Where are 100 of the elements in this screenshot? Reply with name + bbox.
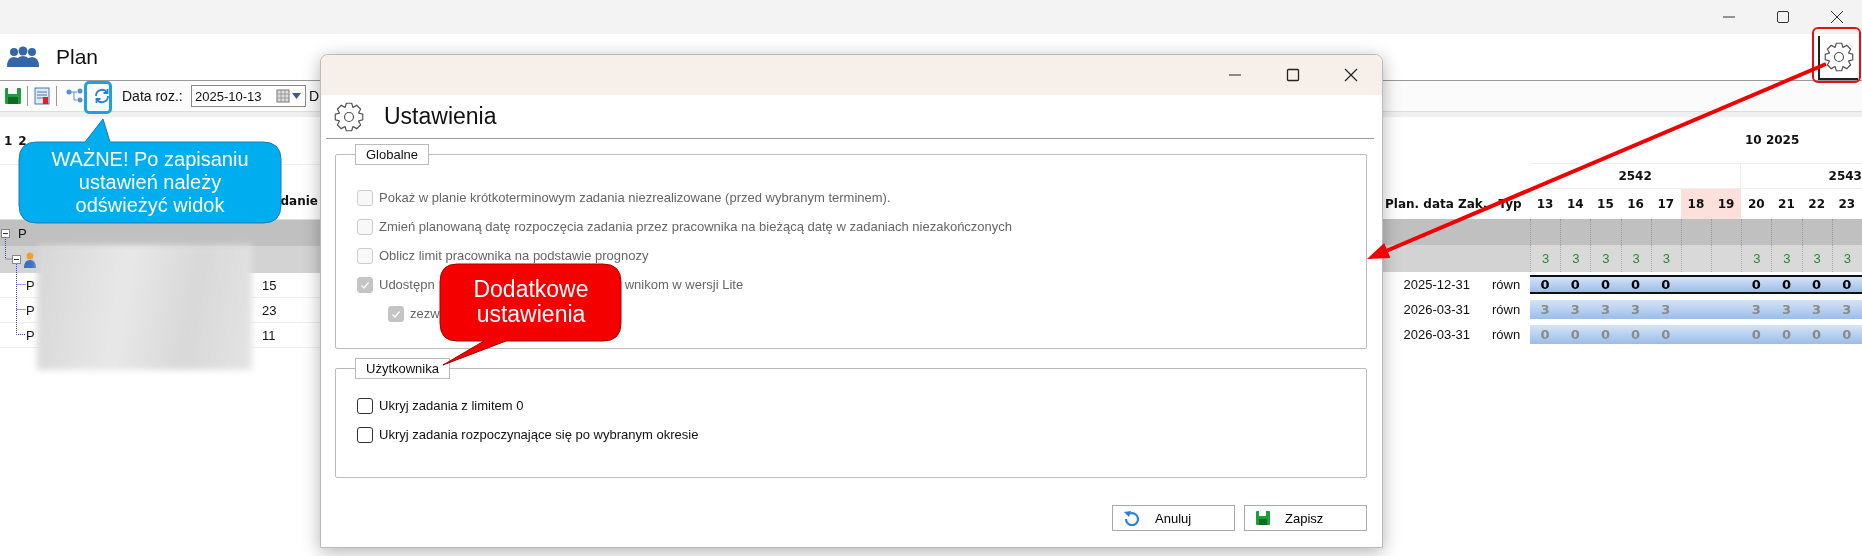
limit-cell: 3 [1590, 245, 1621, 272]
plan-cell: 0 [1801, 325, 1832, 344]
plan-cell: 0 [1590, 275, 1621, 294]
row-label: P [26, 302, 35, 318]
maximize-icon[interactable] [1776, 10, 1790, 24]
plan-cell: 0 [1771, 325, 1802, 344]
plan-cell: 0 [1650, 275, 1681, 294]
column-header: Plan. data Zak. [1384, 197, 1489, 211]
refresh-icon[interactable] [92, 86, 112, 106]
plan-cell: 3 [1560, 300, 1591, 319]
level-button[interactable]: 2 [18, 133, 27, 148]
plan-cell: 0 [1560, 275, 1591, 294]
day-header: 13 [1535, 196, 1555, 213]
person-icon [24, 251, 36, 268]
plan-cell: 0 [1560, 325, 1591, 344]
date-cell-text: 2026-03-31 [1402, 326, 1471, 344]
column-header: danie [280, 194, 318, 208]
option-label: Ukryj zadania z limitem 0 [379, 398, 524, 413]
plan-cell: 0 [1650, 325, 1681, 344]
plan-cell: 0 [1530, 275, 1561, 294]
table-cell: 23 [262, 302, 277, 318]
limit-cell: 3 [1620, 245, 1651, 272]
checkbox[interactable] [357, 397, 373, 414]
plan-cell: 3 [1650, 300, 1681, 319]
table-cell: 11 [262, 327, 276, 343]
report-icon[interactable] [32, 86, 52, 106]
option-label: Oblicz limit pracownika na podstawie prognozy [379, 248, 649, 263]
highlight-frame [84, 81, 112, 114]
row-label: P [26, 277, 35, 293]
group-title: Użytkownika [355, 358, 450, 379]
plan-cell: 0 [1741, 325, 1772, 344]
plan-cell: 0 [1831, 325, 1862, 344]
group-title: Globalne [355, 144, 430, 165]
day-header: 23 [1837, 196, 1857, 213]
highlight-frame [1812, 27, 1861, 83]
plan-cell: 0 [1741, 275, 1772, 294]
expander-icon[interactable] [1, 228, 10, 238]
toolbar-label: D [309, 88, 320, 104]
plan-cell: 3 [1590, 300, 1621, 319]
day-header: 19 [1711, 189, 1742, 219]
level-button[interactable]: 1 [4, 133, 13, 148]
date-cell-text: 2026-03-31 [1402, 301, 1471, 319]
day-header: 21 [1777, 196, 1796, 213]
plan-cell: 0 [1801, 275, 1832, 294]
row-label: P [18, 225, 27, 241]
day-header: 20 [1746, 196, 1766, 213]
calendar-icon[interactable] [276, 89, 302, 103]
maximize-icon[interactable] [1286, 68, 1300, 82]
plan-cell: 3 [1741, 300, 1772, 319]
limit-cell: 3 [1831, 245, 1862, 272]
day-header: 17 [1656, 196, 1676, 213]
row-label: P [26, 327, 35, 343]
option-label: Ukryj zadania rozpoczynające się po wybranym okresie [379, 427, 699, 442]
cancel-button[interactable]: Anuluj [1112, 505, 1235, 531]
option-label: wnikom w wersji Lite [624, 277, 744, 292]
day-header: 15 [1596, 196, 1615, 213]
limit-cell: 3 [1801, 245, 1832, 272]
save-button[interactable]: Zapisz [1244, 505, 1367, 531]
limit-cell: 3 [1650, 245, 1681, 272]
save-icon[interactable] [3, 86, 23, 106]
limit-cell: 3 [1741, 245, 1772, 272]
table-cell-text: równ [1491, 326, 1522, 344]
limit-cell: 3 [1530, 245, 1561, 272]
week-header: 2542 [1618, 169, 1652, 183]
plan-cell: 0 [1771, 275, 1802, 294]
day-header: 14 [1565, 196, 1585, 213]
date-field[interactable]: 2025-10-13 [191, 85, 306, 107]
dialog-title: Ustawienia [384, 103, 497, 130]
people-icon [6, 46, 40, 68]
option-label: Zmień planowaną datę rozpoczęcia zadania przez pracownika na bieżącą datę w zadaniach niezakończonych [379, 219, 1013, 234]
option-label: Pokaż w planie krótkoterminowym zadania niezrealizowane (przed wybranym terminem). [379, 190, 891, 205]
plan-cell: 0 [1620, 325, 1651, 344]
plan-cell: 3 [1530, 300, 1561, 319]
expander-icon[interactable] [12, 255, 21, 264]
undo-icon [1123, 510, 1141, 526]
limit-cell [1680, 245, 1712, 272]
plan-cell: 3 [1801, 300, 1832, 319]
day-header: 16 [1626, 196, 1645, 213]
plan-cell: 3 [1620, 300, 1651, 319]
plan-cell: 0 [1831, 275, 1862, 294]
table-cell: 15 [262, 277, 277, 293]
date-cell-text: 2025-12-31 [1402, 276, 1471, 294]
plan-cell: 0 [1620, 275, 1651, 294]
callout-text: Dodatkowe ustawienia [473, 276, 589, 328]
settings-button[interactable] [1818, 36, 1858, 80]
limit-cell: 3 [1771, 245, 1802, 272]
day-header: 22 [1807, 196, 1826, 213]
plan-cell: 0 [1590, 325, 1621, 344]
close-icon[interactable] [1344, 68, 1358, 82]
option-label: Udostępn [379, 277, 435, 292]
checkbox[interactable] [357, 426, 373, 443]
date-label: Data roz.: [122, 88, 184, 104]
close-icon[interactable] [1830, 10, 1844, 24]
limit-cell [1711, 245, 1742, 272]
save-icon [1255, 510, 1271, 526]
plan-cell: 0 [1530, 325, 1561, 344]
table-cell-text: równ [1491, 276, 1522, 294]
week-header: 2543 [1828, 169, 1862, 183]
limit-cell: 3 [1560, 245, 1591, 272]
day-header: 18 [1680, 189, 1712, 219]
